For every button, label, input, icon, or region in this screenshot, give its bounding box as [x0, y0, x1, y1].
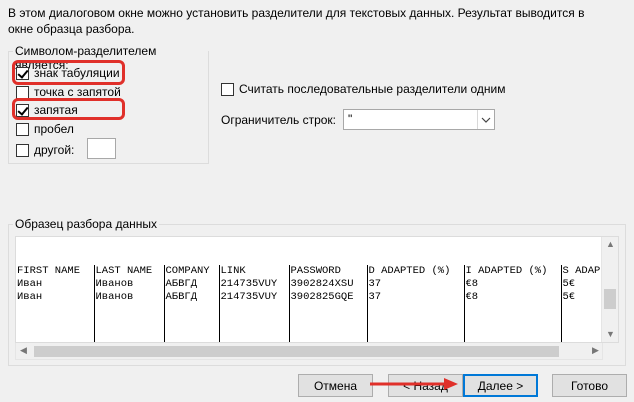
other-checkbox[interactable] — [16, 143, 29, 157]
preview-cell: I ADAPTED (%) — [464, 265, 562, 278]
table-row: Иван Иванов АБВГД 214735VUY 3902824XSU 37 €8 5€ — [16, 278, 602, 291]
table-row — [16, 304, 602, 342]
scroll-right-icon[interactable]: ▶ — [592, 345, 599, 356]
preview-cell — [94, 304, 165, 342]
preview-cell: LINK — [219, 265, 290, 278]
semicolon-label: точка с запятой — [34, 85, 121, 99]
cancel-button[interactable]: Отмена — [298, 374, 373, 397]
preview-cell: Иванов — [94, 291, 165, 304]
table-row: Иван Иванов АБВГД 214735VUY 3902825GQE 37 €8 5€ — [16, 291, 602, 304]
scroll-down-icon[interactable]: ▼ — [606, 329, 615, 339]
scroll-left-icon[interactable]: ◀ — [20, 345, 27, 356]
text-qualifier-value: " — [348, 112, 353, 126]
space-label: пробел — [34, 122, 74, 136]
text-qualifier-label: Ограничитель строк: — [221, 113, 336, 127]
horizontal-scroll-thumb[interactable] — [34, 346, 559, 357]
scroll-up-icon[interactable]: ▲ — [606, 239, 615, 249]
preview-cell: LAST NAME — [94, 265, 165, 278]
preview-cell: €8 — [464, 291, 562, 304]
space-checkbox[interactable] — [16, 122, 29, 136]
next-button[interactable]: Далее > — [463, 374, 538, 397]
preview-cell: 37 — [367, 291, 465, 304]
preview-table: FIRST NAME LAST NAME COMPANY LINK PASSWORD D … — [16, 265, 602, 342]
preview-cell: Иван — [16, 278, 95, 291]
preview-cell: 3902825GQE — [289, 291, 368, 304]
other-delimiter-input[interactable] — [87, 138, 116, 159]
preview-cell: Иван — [16, 291, 95, 304]
delimiter-other[interactable]: другой: — [16, 141, 74, 159]
finish-button[interactable]: Готово — [552, 374, 627, 397]
consecutive-checkbox[interactable] — [221, 82, 234, 96]
consecutive-label: Считать последовательные разделители одн… — [239, 82, 506, 96]
delimiter-space[interactable]: пробел — [16, 120, 74, 138]
preview-cell: COMPANY — [164, 265, 220, 278]
preview-cell: 3902824XSU — [289, 278, 368, 291]
preview-cell — [16, 304, 95, 342]
preview-cell — [164, 304, 220, 342]
preview-cell: D ADAPTED (%) — [367, 265, 465, 278]
preview-cell — [367, 304, 465, 342]
tab-highlight — [12, 60, 125, 85]
dialog-description: В этом диалоговом окне можно установить … — [8, 6, 585, 36]
arrow-annotation-icon — [370, 378, 458, 390]
preview-cell — [219, 304, 290, 342]
preview-group-title: Образец разбора данных — [13, 217, 160, 231]
preview-header-row: FIRST NAME LAST NAME COMPANY LINK PASSWORD D … — [16, 265, 602, 278]
preview-cell: 37 — [367, 278, 465, 291]
preview-cell: €8 — [464, 278, 562, 291]
data-preview[interactable]: FIRST NAME LAST NAME COMPANY LINK PASSWORD D … — [15, 236, 619, 343]
semicolon-checkbox[interactable] — [16, 85, 29, 99]
preview-cell — [464, 304, 562, 342]
other-label: другой: — [34, 143, 75, 157]
vertical-scrollbar[interactable]: ▲ ▼ — [601, 237, 618, 342]
text-qualifier-select[interactable]: " — [343, 109, 495, 130]
preview-cell: S ADAP — [561, 265, 602, 278]
preview-cell: PASSWORD — [289, 265, 368, 278]
horizontal-scrollbar[interactable]: ◀ ▶ — [15, 343, 603, 360]
preview-cell — [561, 304, 602, 342]
preview-cell: 214735VUY — [219, 278, 290, 291]
preview-cell: FIRST NAME — [16, 265, 95, 278]
preview-cell: 5€ — [561, 278, 602, 291]
preview-cell: АБВГД — [164, 278, 220, 291]
preview-cell — [289, 304, 368, 342]
preview-cell: 5€ — [561, 291, 602, 304]
comma-highlight — [12, 98, 125, 120]
preview-cell: АБВГД — [164, 291, 220, 304]
chevron-down-icon[interactable] — [477, 110, 494, 129]
consecutive-delimiters-option[interactable]: Считать последовательные разделители одн… — [221, 80, 506, 98]
preview-cell: Иванов — [94, 278, 165, 291]
vertical-scroll-thumb[interactable] — [604, 289, 616, 309]
preview-cell: 214735VUY — [219, 291, 290, 304]
